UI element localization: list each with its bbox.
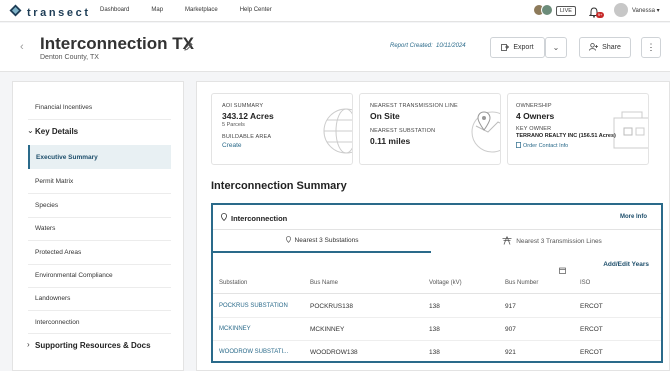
export-icon	[501, 43, 510, 53]
sidebar-item-executive-summary[interactable]: Executive Summary	[28, 145, 171, 169]
export-button[interactable]: Export	[490, 37, 545, 58]
transmission-tower-icon	[502, 236, 512, 247]
tab-nearest-substations[interactable]: Nearest 3 Substations	[213, 230, 431, 253]
iso: ERCOT	[580, 303, 603, 310]
page-title: Interconnection TX	[40, 34, 194, 53]
bus-name: WOODROW138	[310, 349, 358, 356]
aoi-parcels: 5 Parcels	[222, 122, 245, 128]
card-label: NEAREST TRANSMISSION LINE	[370, 103, 458, 109]
tab-bar: Nearest 3 Substations Nearest 3 Transmis…	[213, 229, 661, 253]
ownership-card: OWNERSHIP 4 Owners KEY OWNER TERRANO REA…	[507, 93, 649, 165]
export-dropdown-button[interactable]: ⌄	[545, 37, 567, 58]
voltage: 138	[429, 349, 440, 356]
sidebar-item-interconnection[interactable]: Interconnection	[13, 310, 171, 334]
logo[interactable]: transect	[9, 4, 91, 22]
sidebar-item-waters[interactable]: Waters	[13, 216, 171, 240]
more-options-button[interactable]: ⋮	[641, 37, 661, 58]
voltage: 138	[429, 326, 440, 333]
bus-name: POCKRUS138	[310, 303, 353, 310]
logo-text: transect	[27, 7, 91, 19]
user-avatar[interactable]	[614, 3, 628, 17]
chevron-down-icon: ⌄	[552, 43, 560, 52]
bus-number: 921	[505, 349, 516, 356]
collaborator-avatars[interactable]	[533, 4, 553, 16]
notification-badge: 9+	[596, 12, 604, 18]
substation-link[interactable]: MCKINNEY	[219, 326, 251, 332]
column-header: Voltage (kV)	[429, 280, 462, 286]
logo-icon	[9, 4, 22, 22]
transmission-value: On Site	[370, 111, 400, 121]
sidebar-item-permit-matrix[interactable]: Permit Matrix	[13, 169, 171, 193]
page-header: ‹ Interconnection TX Denton County, TX R…	[0, 23, 670, 72]
table-row: WOODROW SUBSTATI... WOODROW138 138 921 E…	[213, 341, 661, 364]
user-menu[interactable]: Vanessa ▾	[632, 7, 660, 14]
section-title: Interconnection Summary	[211, 180, 347, 192]
substation-link[interactable]: POCKRUS SUBSTATION	[219, 303, 288, 309]
document-icon	[516, 142, 521, 150]
sidebar-item-financial-incentives[interactable]: Financial Incentives	[13, 95, 171, 119]
order-contact-info-link[interactable]: Order Contact Info	[516, 142, 616, 150]
top-navbar: transect Dashboard Map Marketplace Help …	[0, 0, 670, 22]
globe-icon	[322, 106, 352, 161]
aoi-summary-card: AOI SUMMARY 343.12 Acres 5 Parcels BUILD…	[211, 93, 353, 165]
more-info-link[interactable]: More Info	[620, 214, 647, 220]
sidebar-item-protected-areas[interactable]: Protected Areas	[13, 240, 171, 264]
column-header: Bus Number	[505, 280, 539, 286]
pin-icon	[221, 213, 227, 223]
nav-map[interactable]: Map	[151, 7, 163, 13]
key-owner-name: TERRANO REALTY INC (156.51 Acres)	[516, 133, 616, 139]
bus-name: MCKINNEY	[310, 326, 345, 333]
column-header: Substation	[219, 280, 248, 286]
back-icon[interactable]: ‹	[20, 41, 24, 53]
interconnection-panel: Interconnection More Info Nearest 3 Subs…	[211, 203, 663, 363]
page-subtitle: Denton County, TX	[40, 54, 99, 61]
add-edit-years-button[interactable]: Add/Edit Years	[603, 261, 649, 268]
card-label: AOI SUMMARY	[222, 103, 264, 109]
card-label: OWNERSHIP	[516, 103, 552, 109]
user-name: Vanessa	[632, 8, 655, 14]
substation-distance: 0.11 miles	[370, 136, 411, 146]
nav-dashboard[interactable]: Dashboard	[100, 7, 129, 13]
table-row: MCKINNEY MCKINNEY 138 907 ERCOT	[213, 318, 661, 341]
table-header: Substation Bus Name Voltage (kV) Bus Num…	[213, 272, 661, 294]
sidebar: Financial Incentives ⌄ Key Details Execu…	[12, 81, 184, 371]
owner-count: 4 Owners	[516, 111, 555, 121]
card-label: NEAREST SUBSTATION	[370, 128, 436, 134]
iso: ERCOT	[580, 349, 603, 356]
sidebar-section-supporting-resources[interactable]: Supporting Resources & Docs	[13, 333, 171, 357]
aoi-acres: 343.12 Acres	[222, 111, 274, 121]
column-header: ISO	[580, 280, 591, 286]
map-pin-globe-icon	[470, 106, 500, 161]
building-icon	[608, 108, 648, 157]
edit-pencil-icon[interactable]	[184, 38, 193, 56]
share-user-icon	[589, 42, 599, 53]
share-button[interactable]: Share	[579, 37, 631, 58]
live-badge: LIVE	[556, 6, 576, 16]
column-header: Bus Name	[310, 280, 339, 286]
avatar	[541, 4, 553, 16]
interconnection-header: Interconnection	[221, 213, 287, 223]
sidebar-item-environmental-compliance[interactable]: Environmental Compliance	[13, 263, 171, 287]
iso: ERCOT	[580, 326, 603, 333]
card-label: BUILDABLE AREA	[222, 134, 272, 140]
sidebar-section-key-details[interactable]: Key Details	[13, 119, 171, 143]
nav-help-center[interactable]: Help Center	[240, 7, 272, 13]
bus-number: 917	[505, 303, 516, 310]
pin-icon	[285, 236, 291, 245]
sidebar-item-species[interactable]: Species	[13, 193, 171, 217]
bus-number: 907	[505, 326, 516, 333]
sidebar-item-landowners[interactable]: Landowners	[13, 286, 171, 310]
table-row: POCKRUS SUBSTATION POCKRUS138 138 917 ER…	[213, 295, 661, 318]
create-buildable-area-link[interactable]: Create	[222, 142, 274, 149]
tab-nearest-transmission-lines[interactable]: Nearest 3 Transmission Lines	[443, 230, 661, 253]
card-label: KEY OWNER	[516, 126, 552, 132]
report-created: Report Created: 10/11/2024	[390, 43, 466, 49]
main-content: AOI SUMMARY 343.12 Acres 5 Parcels BUILD…	[196, 81, 670, 371]
transmission-card: NEAREST TRANSMISSION LINE On Site NEARES…	[359, 93, 501, 165]
voltage: 138	[429, 303, 440, 310]
nav-marketplace[interactable]: Marketplace	[185, 7, 218, 13]
substation-link[interactable]: WOODROW SUBSTATI...	[219, 349, 288, 355]
